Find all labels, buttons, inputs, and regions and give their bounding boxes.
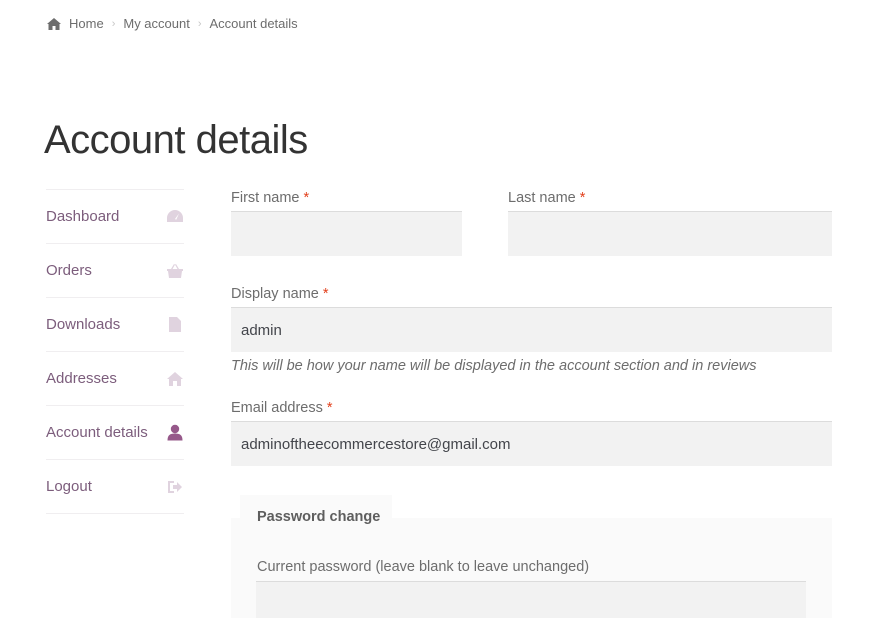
current-password-input[interactable]	[256, 581, 806, 618]
required-marker: *	[326, 400, 333, 416]
nav-item-label: Addresses	[46, 370, 117, 387]
breadcrumb-separator: ›	[111, 17, 116, 30]
sign-out-icon	[166, 478, 184, 496]
nav-item-label: Logout	[46, 478, 92, 495]
nav-item-label: Dashboard	[46, 208, 120, 225]
file-archive-icon	[166, 316, 184, 334]
basket-icon	[166, 262, 184, 280]
display-name-input[interactable]	[231, 307, 832, 352]
last-name-label: Last name *	[508, 190, 586, 206]
required-marker: *	[579, 190, 586, 206]
required-marker: *	[303, 190, 310, 206]
nav-item-logout[interactable]: Logout	[46, 460, 184, 514]
nav-item-label: Downloads	[46, 316, 121, 333]
nav-item-downloads[interactable]: Downloads	[46, 298, 184, 352]
breadcrumb-my-account[interactable]: My account	[123, 16, 189, 31]
nav-item-label: Account details	[46, 424, 148, 441]
last-name-input[interactable]	[508, 211, 832, 256]
password-change-legend: Password change	[240, 495, 392, 540]
nav-item-dashboard[interactable]: Dashboard	[46, 190, 184, 244]
breadcrumb: Home › My account › Account details	[46, 16, 298, 31]
breadcrumb-home[interactable]: Home	[69, 16, 104, 31]
email-input[interactable]	[231, 421, 832, 466]
display-name-label: Display name *	[231, 286, 329, 302]
account-details-form: First name * Last name * Display name * …	[231, 190, 832, 466]
account-navigation: Dashboard Orders Downloads Addresses Acc…	[46, 189, 184, 514]
nav-item-label: Orders	[46, 262, 92, 279]
required-marker: *	[322, 286, 329, 302]
current-password-label: Current password (leave blank to leave u…	[257, 559, 590, 575]
display-name-hint: This will be how your name will be displ…	[231, 358, 757, 374]
breadcrumb-current: Account details	[209, 16, 298, 31]
nav-item-addresses[interactable]: Addresses	[46, 352, 184, 406]
user-icon	[166, 424, 184, 442]
breadcrumb-separator: ›	[197, 17, 202, 30]
page-title: Account details	[44, 118, 308, 162]
first-name-input[interactable]	[231, 211, 462, 256]
dashboard-gauge-icon	[166, 208, 184, 226]
nav-item-orders[interactable]: Orders	[46, 244, 184, 298]
email-label: Email address *	[231, 400, 333, 416]
home-icon	[166, 370, 184, 388]
nav-item-account-details[interactable]: Account details	[46, 406, 184, 460]
home-icon[interactable]	[46, 17, 62, 31]
first-name-label: First name *	[231, 190, 310, 206]
